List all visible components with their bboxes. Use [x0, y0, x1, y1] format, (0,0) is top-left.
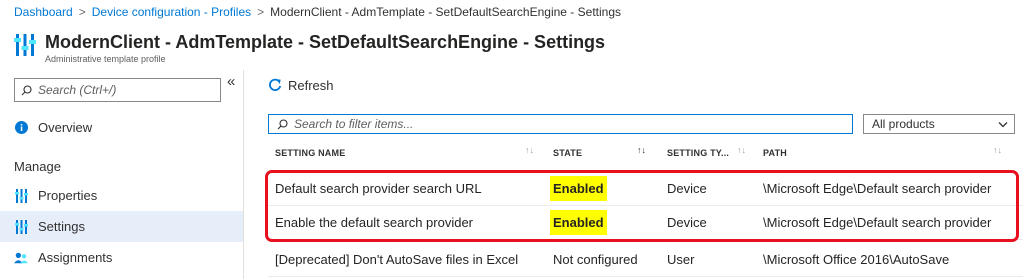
breadcrumb-separator: >	[257, 5, 265, 19]
filter-placeholder: Search to filter items...	[294, 117, 414, 131]
page-title: ModernClient - AdmTemplate - SetDefaultS…	[45, 32, 606, 52]
search-icon	[277, 118, 288, 129]
state-cell: Not configured	[553, 252, 638, 267]
sidebar-search-input[interactable]: Search (Ctrl+/)	[14, 78, 221, 102]
path-cell: \Microsoft Office 2016\AutoSave	[763, 252, 950, 267]
breadcrumb-dashboard-link[interactable]: Dashboard	[14, 5, 73, 19]
filter-search-input[interactable]: Search to filter items...	[268, 114, 853, 134]
sidebar-item-label: Settings	[38, 219, 85, 234]
breadcrumb: Dashboard > Device configuration - Profi…	[14, 3, 621, 21]
search-icon	[21, 84, 32, 95]
sort-icon[interactable]: ↑↓	[993, 145, 1002, 155]
column-header-path[interactable]: PATH	[763, 145, 787, 161]
sort-icon[interactable]: ↑↓	[737, 145, 746, 155]
products-dropdown[interactable]: All products	[863, 114, 1015, 134]
info-icon	[14, 121, 28, 135]
sidebar-item-overview[interactable]: Overview	[0, 112, 243, 143]
breadcrumb-current: ModernClient - AdmTemplate - SetDefaultS…	[270, 5, 621, 19]
sidebar-item-properties[interactable]: Properties	[0, 180, 243, 211]
settings-sliders-icon	[14, 34, 36, 56]
sort-icon[interactable]: ↑↓	[637, 145, 646, 155]
sidebar-search-placeholder: Search (Ctrl+/)	[38, 83, 117, 97]
sort-icon[interactable]: ↑↓	[525, 145, 534, 155]
column-header-state[interactable]: STATE	[553, 145, 582, 161]
sidebar-item-label: Overview	[38, 120, 93, 135]
page-subtitle: Administrative template profile	[45, 54, 166, 64]
sliders-icon	[14, 188, 28, 203]
setting-name-cell: [Deprecated] Don't AutoSave files in Exc…	[275, 252, 519, 267]
refresh-label: Refresh	[288, 77, 334, 93]
sidebar-item-label: Properties	[38, 188, 98, 203]
annotation-highlight-box	[265, 170, 1019, 242]
products-dropdown-value: All products	[872, 117, 935, 131]
breadcrumb-profiles-link[interactable]: Device configuration - Profiles	[92, 5, 251, 19]
refresh-button[interactable]: Refresh	[268, 75, 334, 95]
sidebar-item-assignments[interactable]: Assignments	[0, 242, 243, 273]
sidebar-section-manage: Manage	[14, 159, 61, 174]
sidebar-item-label: Assignments	[38, 250, 113, 265]
collapse-sidebar-button[interactable]: «	[227, 73, 235, 90]
table-row[interactable]: [Deprecated] Don't AutoSave files in Exc…	[268, 243, 1023, 277]
users-icon	[14, 251, 28, 265]
setting-type-cell: User	[667, 252, 695, 267]
refresh-icon	[269, 78, 282, 91]
column-header-setting-type[interactable]: SETTING TY...	[667, 145, 729, 161]
breadcrumb-separator: >	[78, 5, 86, 19]
sidebar: Search (Ctrl+/) « Overview Manage Proper…	[0, 70, 244, 279]
chevron-down-icon	[998, 121, 1008, 127]
sidebar-item-settings[interactable]: Settings	[0, 211, 243, 242]
page-header: ModernClient - AdmTemplate - SetDefaultS…	[14, 28, 605, 64]
column-header-setting-name[interactable]: SETTING NAME	[275, 145, 345, 161]
sliders-icon	[14, 219, 28, 234]
